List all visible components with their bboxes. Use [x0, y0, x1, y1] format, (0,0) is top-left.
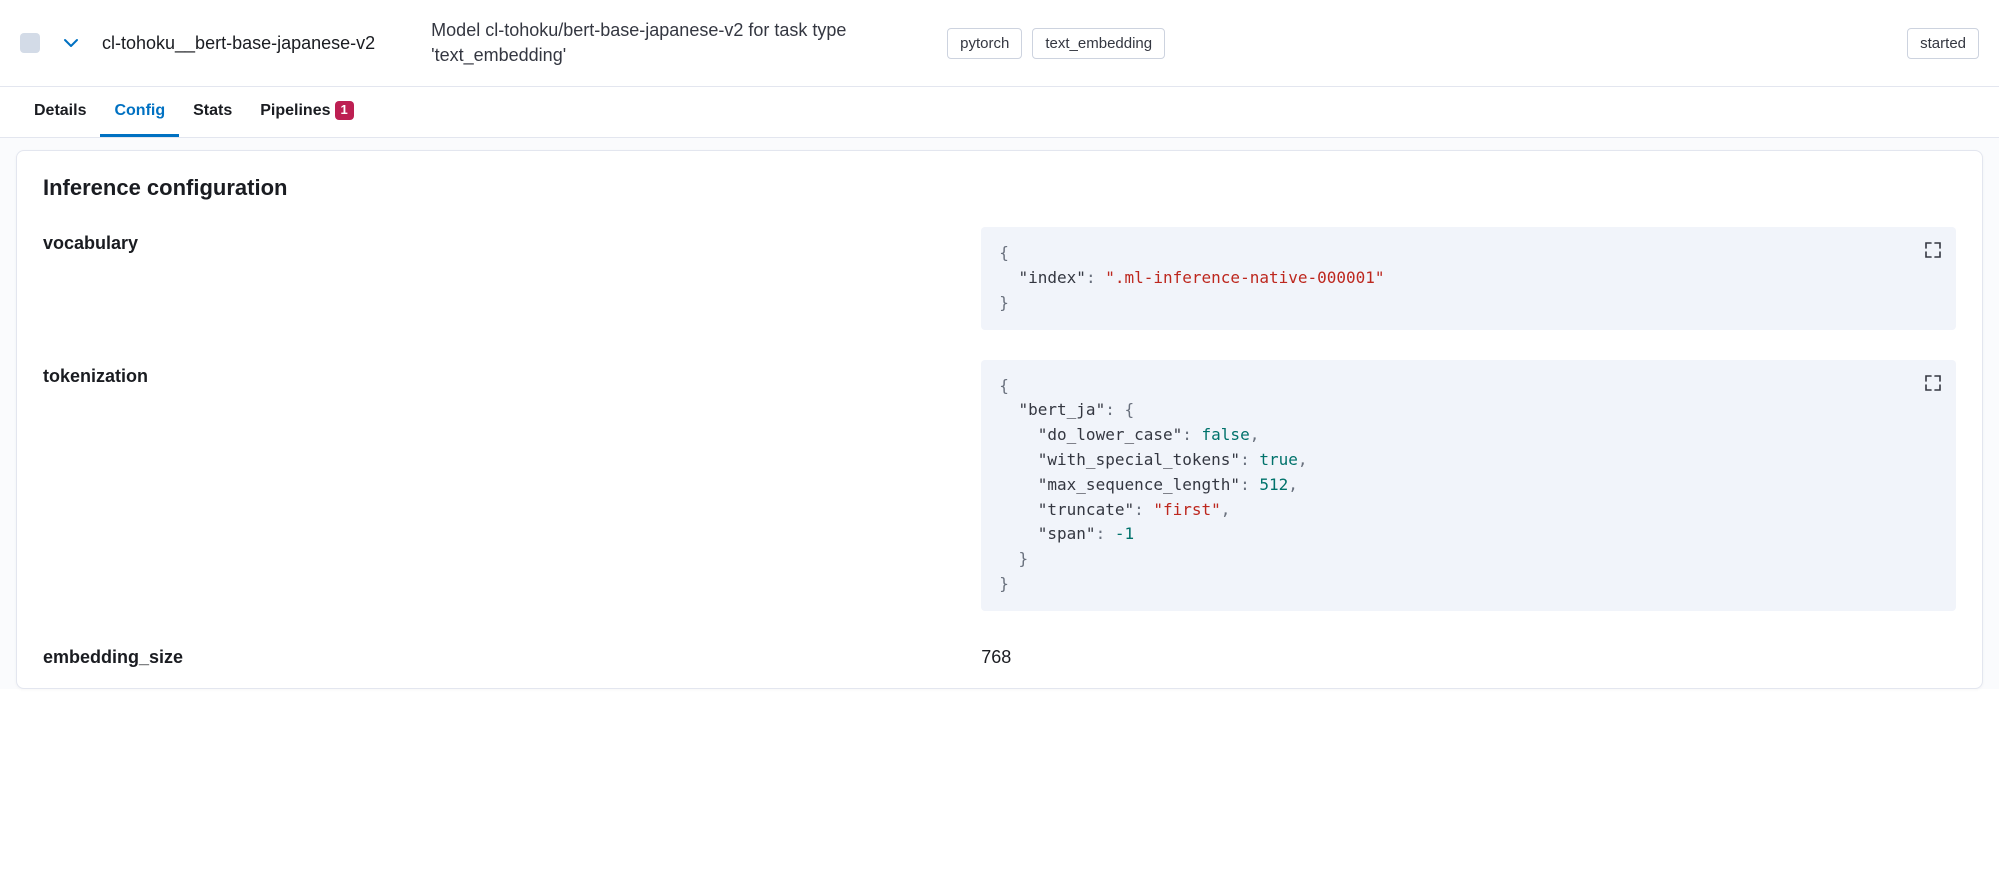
tag-badges: pytorch text_embedding — [947, 28, 1165, 59]
chevron-down-icon — [63, 35, 79, 51]
fullscreen-icon — [1923, 373, 1943, 393]
tabs: Details Config Stats Pipelines 1 — [0, 87, 1999, 138]
model-header: cl-tohoku__bert-base-japanese-v2 Model c… — [0, 0, 1999, 87]
expand-button[interactable] — [1922, 372, 1944, 394]
embedding-size-value: 768 — [981, 641, 1956, 668]
expand-toggle[interactable] — [56, 28, 86, 58]
tab-label: Pipelines — [260, 102, 330, 120]
config-row-vocabulary: vocabulary { "index": ".ml-inference-nat… — [43, 227, 1956, 329]
status-badge: started — [1907, 28, 1979, 59]
tab-details[interactable]: Details — [20, 87, 100, 137]
config-label: tokenization — [43, 360, 961, 387]
select-checkbox[interactable] — [20, 33, 40, 53]
badge-framework: pytorch — [947, 28, 1022, 59]
code-block-vocabulary: { "index": ".ml-inference-native-000001"… — [981, 227, 1956, 329]
config-panel: Inference configuration vocabulary { "in… — [16, 150, 1983, 689]
model-id: cl-tohoku__bert-base-japanese-v2 — [102, 33, 375, 54]
tab-pipelines[interactable]: Pipelines 1 — [246, 87, 367, 137]
tab-config[interactable]: Config — [100, 87, 179, 137]
tab-stats[interactable]: Stats — [179, 87, 246, 137]
expand-button[interactable] — [1922, 239, 1944, 261]
config-row-tokenization: tokenization { "bert_ja": { "do_lower_ca… — [43, 360, 1956, 611]
fullscreen-icon — [1923, 240, 1943, 260]
config-label: vocabulary — [43, 227, 961, 254]
config-label: embedding_size — [43, 641, 961, 668]
badge-task: text_embedding — [1032, 28, 1165, 59]
panel-title: Inference configuration — [43, 175, 1956, 201]
tab-label: Details — [34, 102, 86, 120]
model-description: Model cl-tohoku/bert-base-japanese-v2 fo… — [431, 18, 931, 68]
config-row-embedding: embedding_size 768 — [43, 641, 1956, 668]
pipelines-count-badge: 1 — [335, 101, 354, 120]
tab-label: Stats — [193, 102, 232, 120]
tab-label: Config — [114, 102, 165, 120]
code-block-tokenization: { "bert_ja": { "do_lower_case": false, "… — [981, 360, 1956, 611]
